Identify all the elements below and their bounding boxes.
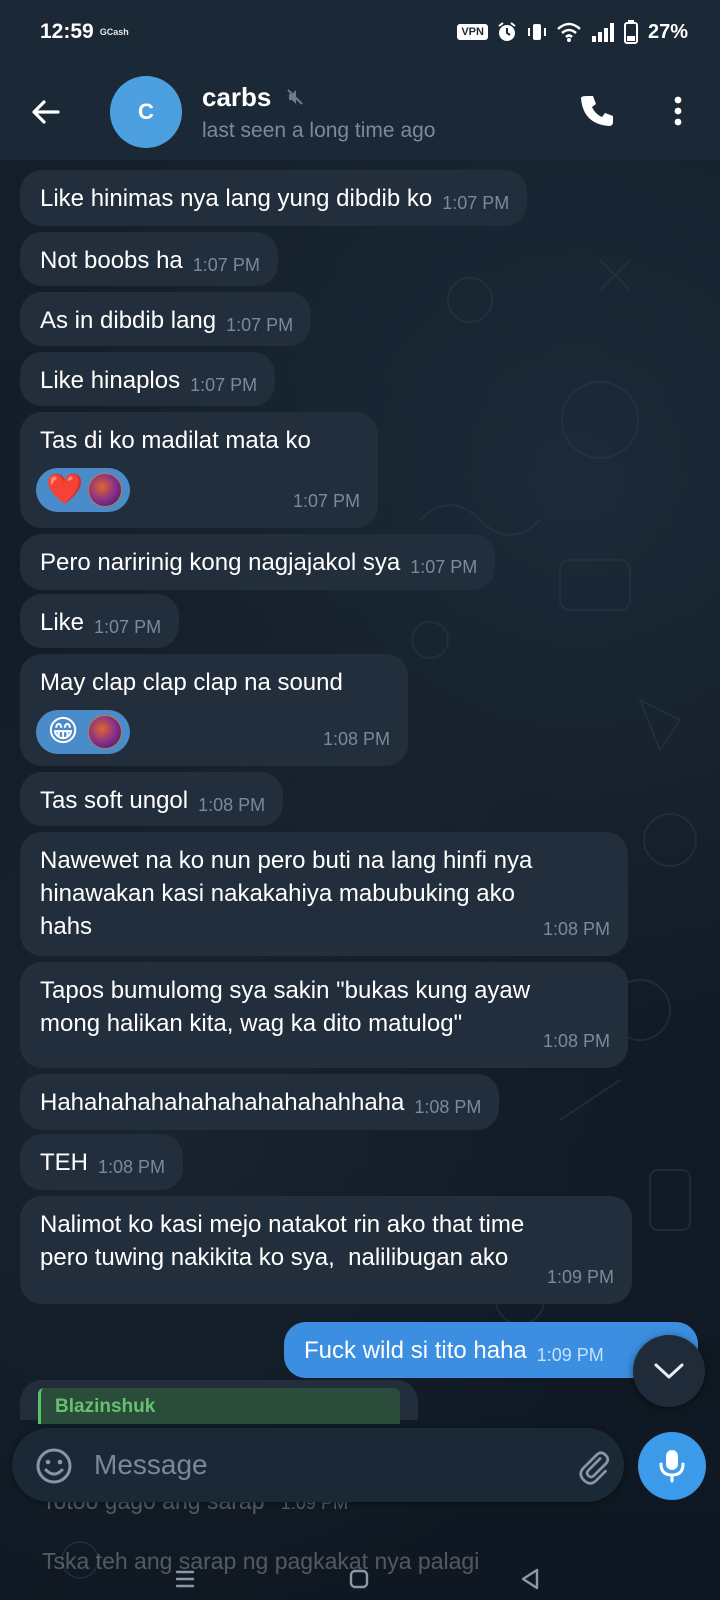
incoming-message[interactable]: As in dibdib lang 1:07 PM xyxy=(20,292,312,346)
status-bar: 12:59 GCash VPN 27% xyxy=(0,0,720,64)
message-text: Like hinimas nya lang yung dibdib ko xyxy=(40,185,433,212)
alarm-icon xyxy=(498,22,516,41)
emoji-icon[interactable] xyxy=(34,1446,74,1486)
message-text: Like xyxy=(40,609,85,636)
incoming-message[interactable]: Nalimot ko kasi mejo natakot rin ako tha… xyxy=(20,1196,632,1304)
message-text: Tapos bumulomg sya sakin "bukas kung aya… xyxy=(40,977,531,1037)
incoming-message[interactable]: Nawewet na ko nun pero buti na lang hinf… xyxy=(20,832,628,956)
heart-reaction-icon: ❤️ xyxy=(46,473,84,506)
signal-icon xyxy=(591,23,614,42)
reactor-avatar xyxy=(88,715,122,749)
message-text: As in dibdib lang xyxy=(40,307,217,334)
message-text: Hahahahahahahahahahahahhaha xyxy=(40,1089,405,1116)
incoming-message[interactable]: Tas di ko madilat mata ko ❤️ 1:07 PM xyxy=(20,412,378,528)
microphone-icon xyxy=(659,1450,685,1483)
message-reactions[interactable]: ❤️ xyxy=(36,468,130,512)
message-text: Like hinaplos xyxy=(40,367,181,394)
status-time: 12:59 xyxy=(40,20,94,43)
message-time: 1:07 PM xyxy=(192,255,260,275)
battery-icon xyxy=(623,20,638,44)
paperclip-icon[interactable] xyxy=(574,1446,614,1486)
message-time: 1:08 PM xyxy=(542,919,610,939)
scroll-to-bottom-button[interactable] xyxy=(633,1335,705,1407)
muted-speaker-icon xyxy=(287,89,303,105)
system-navigation-bar xyxy=(0,1560,720,1600)
incoming-message[interactable]: Pero naririnig kong nagjajakol sya 1:07 P… xyxy=(20,534,496,590)
message-text: May clap clap clap na sound xyxy=(40,669,343,696)
message-text: Pero naririnig kong nagjajakol sya xyxy=(40,549,401,576)
chat-header: C carbs last seen a long time ago xyxy=(0,64,720,160)
incoming-message[interactable]: May clap clap clap na sound 😁 1:08 PM xyxy=(20,654,408,766)
message-time: 1:08 PM xyxy=(322,729,390,749)
phone-icon[interactable] xyxy=(578,92,616,130)
microphone-button[interactable] xyxy=(638,1432,706,1500)
reply-sender-name: Blazinshuk xyxy=(55,1396,156,1417)
incoming-message[interactable]: Like hinimas nya lang yung dibdib ko 1:07… xyxy=(20,170,528,226)
message-text: Fuck wild si tito haha xyxy=(304,1337,527,1364)
incoming-message[interactable]: Tapos bumulomg sya sakin "bukas kung aya… xyxy=(20,962,628,1068)
nav-back-icon[interactable] xyxy=(518,1567,542,1591)
wifi-icon xyxy=(557,22,581,42)
message-time: 1:09 PM xyxy=(536,1345,604,1365)
message-time: 1:08 PM xyxy=(414,1097,482,1117)
contact-name[interactable]: carbs xyxy=(202,82,271,113)
message-time: 1:08 PM xyxy=(542,1031,610,1051)
gcash-notification-icon: GCash xyxy=(99,27,129,37)
message-text: Nawewet na ko nun pero buti na lang hinf… xyxy=(40,847,533,940)
recent-apps-icon[interactable] xyxy=(174,1568,196,1590)
message-time: 1:08 PM xyxy=(198,795,266,815)
reactor-avatar xyxy=(88,473,122,507)
chevron-down-icon xyxy=(654,1363,684,1379)
avatar[interactable]: C xyxy=(110,76,182,148)
incoming-message[interactable]: TEH 1:08 PM xyxy=(20,1134,184,1190)
more-options-icon[interactable] xyxy=(664,92,692,130)
message-text: Tas soft ungol xyxy=(40,787,189,814)
incoming-message[interactable]: Like hinaplos 1:07 PM xyxy=(20,352,276,406)
message-time: 1:07 PM xyxy=(190,375,258,395)
message-time: 1:07 PM xyxy=(226,315,294,335)
incoming-message[interactable]: Like 1:07 PM xyxy=(20,594,180,648)
message-text: Nalimot ko kasi mejo natakot rin ako tha… xyxy=(40,1211,525,1271)
reply-quote[interactable]: Blazinshuk xyxy=(38,1388,400,1424)
battery-percent: 27% xyxy=(647,20,688,43)
message-time: 1:08 PM xyxy=(98,1157,166,1177)
message-composer xyxy=(12,1428,624,1502)
message-time: 1:07 PM xyxy=(292,491,360,511)
back-arrow-icon[interactable] xyxy=(28,94,64,130)
message-reactions[interactable]: 😁 xyxy=(36,710,130,754)
message-text: TEH xyxy=(40,1149,88,1176)
message-time: 1:09 PM xyxy=(546,1267,614,1287)
message-text: Tas di ko madilat mata ko xyxy=(40,427,311,454)
grin-reaction-icon: 😁 xyxy=(47,715,79,748)
incoming-message[interactable]: Hahahahahahahahahahahahhaha 1:08 PM xyxy=(20,1074,500,1130)
incoming-message[interactable]: Not boobs ha 1:07 PM xyxy=(20,232,278,286)
home-icon[interactable] xyxy=(348,1568,370,1590)
contact-last-seen: last seen a long time ago xyxy=(202,119,436,142)
vpn-icon: VPN xyxy=(457,24,488,40)
vibrate-icon xyxy=(527,24,546,40)
message-time: 1:07 PM xyxy=(410,557,478,577)
message-time: 1:07 PM xyxy=(442,193,510,213)
status-icons: VPN 27% xyxy=(457,20,688,44)
incoming-message[interactable]: Tas soft ungol 1:08 PM xyxy=(20,772,284,826)
message-time: 1:07 PM xyxy=(94,617,162,637)
message-text: Not boobs ha xyxy=(40,247,183,274)
message-input[interactable] xyxy=(94,1440,554,1490)
